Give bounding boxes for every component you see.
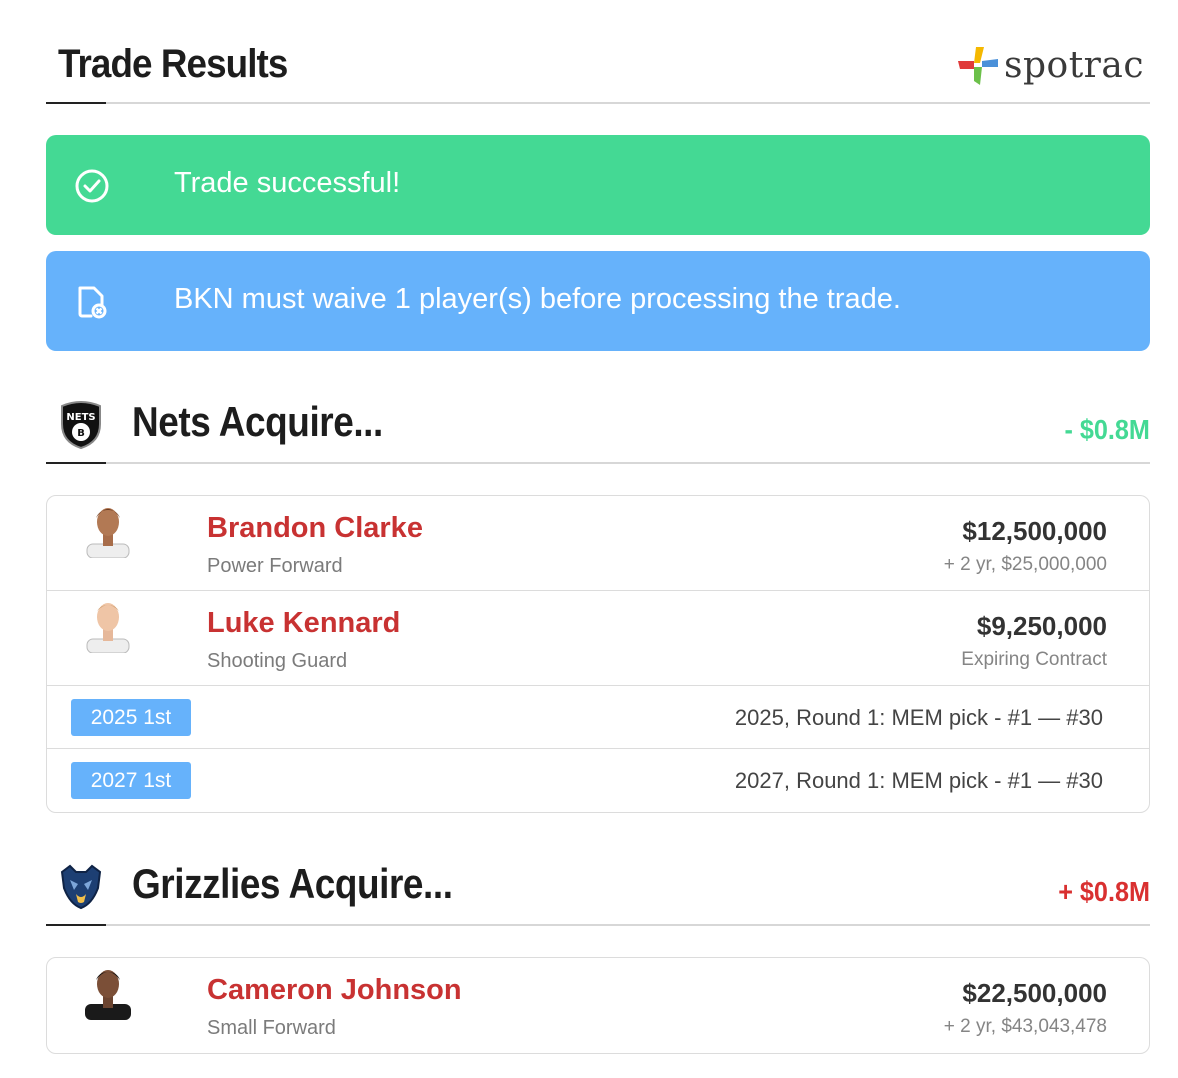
grizzlies-logo-icon xyxy=(58,862,104,912)
nets-section-title: Nets Acquire... xyxy=(132,398,383,445)
draft-pick-row: 2025 1st 2025, Round 1: MEM pick - #1 — … xyxy=(47,686,1149,749)
spotrac-logo[interactable]: spotrac xyxy=(956,42,1144,88)
draft-pick-row: 2027 1st 2027, Round 1: MEM pick - #1 — … xyxy=(47,749,1149,812)
grizzlies-section-header: Grizzlies Acquire... + $0.8M xyxy=(46,854,1150,926)
player-row: Brandon Clarke Power Forward $12,500,000… xyxy=(47,496,1149,591)
player-name[interactable]: Cameron Johnson xyxy=(207,974,462,1007)
player-headshot xyxy=(77,966,139,1020)
draft-pick-description: 2025, Round 1: MEM pick - #1 — #30 xyxy=(734,705,1103,730)
draft-pick-description: 2027, Round 1: MEM pick - #1 — #30 xyxy=(734,768,1103,793)
section-underline xyxy=(46,924,106,926)
draft-pick-badge: 2027 1st xyxy=(71,762,191,799)
player-position: Power Forward xyxy=(207,555,343,577)
document-x-icon xyxy=(74,284,110,320)
nets-logo-icon: NETS B xyxy=(58,400,104,450)
player-salary: $12,500,000 xyxy=(962,516,1107,546)
grizzlies-section-title: Grizzlies Acquire... xyxy=(132,860,453,907)
player-contract: + 2 yr, $25,000,000 xyxy=(943,554,1107,575)
player-headshot xyxy=(77,504,139,559)
nets-section-header: NETS B Nets Acquire... - $0.8M xyxy=(46,392,1150,464)
player-name[interactable]: Luke Kennard xyxy=(207,607,400,640)
success-alert: Trade successful! xyxy=(46,135,1150,235)
check-circle-icon xyxy=(74,168,110,204)
svg-text:B: B xyxy=(77,428,85,439)
player-contract: Expiring Contract xyxy=(961,649,1107,670)
player-contract: + 2 yr, $43,043,478 xyxy=(943,1016,1107,1037)
nets-assets-card: Brandon Clarke Power Forward $12,500,000… xyxy=(46,495,1150,813)
player-row: Cameron Johnson Small Forward $22,500,00… xyxy=(47,958,1149,1053)
grizzlies-assets-card: Cameron Johnson Small Forward $22,500,00… xyxy=(46,957,1150,1054)
title-underline xyxy=(46,102,106,104)
spotrac-pinwheel-icon xyxy=(956,43,1000,87)
nets-cap-delta: - $0.8M xyxy=(1064,414,1150,445)
player-salary: $22,500,000 xyxy=(962,978,1107,1008)
svg-text:NETS: NETS xyxy=(66,412,95,423)
player-position: Shooting Guard xyxy=(207,650,348,672)
grizzlies-cap-delta: + $0.8M xyxy=(1058,876,1150,907)
page-header: Trade Results spotrac xyxy=(46,30,1150,104)
section-underline xyxy=(46,462,106,464)
success-alert-text: Trade successful! xyxy=(174,167,401,199)
player-position: Small Forward xyxy=(207,1017,336,1039)
player-headshot xyxy=(77,599,139,654)
player-row: Luke Kennard Shooting Guard $9,250,000 E… xyxy=(47,591,1149,686)
info-alert: BKN must waive 1 player(s) before proces… xyxy=(46,251,1150,351)
player-salary: $9,250,000 xyxy=(976,611,1107,641)
spotrac-wordmark: spotrac xyxy=(1004,44,1144,86)
player-name[interactable]: Brandon Clarke xyxy=(207,512,423,545)
page-title: Trade Results xyxy=(58,42,288,86)
draft-pick-badge: 2025 1st xyxy=(71,699,191,736)
info-alert-text: BKN must waive 1 player(s) before proces… xyxy=(174,283,901,315)
